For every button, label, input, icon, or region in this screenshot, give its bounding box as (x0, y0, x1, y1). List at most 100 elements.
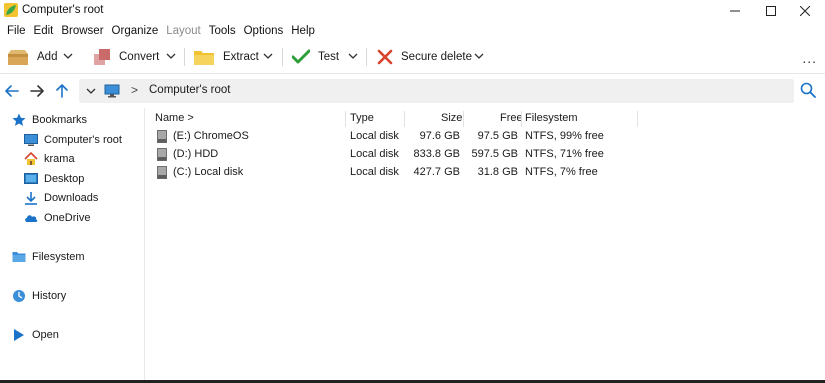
sidebar-label: krama (44, 153, 75, 165)
sidebar-label: Bookmarks (32, 114, 88, 126)
add-label: Add (37, 51, 58, 63)
toolbar-divider (366, 48, 367, 66)
secure-delete-dropdown-icon[interactable] (474, 51, 484, 61)
maximize-icon (766, 6, 776, 16)
column-header-size[interactable]: Size (441, 112, 462, 124)
file-list: Name > Type Size Free Filesystem (E:) Ch… (146, 108, 825, 383)
row-size: 427.7 GB (413, 166, 460, 178)
menu-file[interactable]: File (3, 25, 30, 37)
menu-edit[interactable]: Edit (30, 25, 58, 37)
extract-button[interactable]: Extract (193, 46, 259, 68)
arrow-right-icon (30, 85, 44, 97)
column-header-type[interactable]: Type (350, 112, 374, 124)
sidebar-item-filesystem[interactable]: Filesystem (12, 248, 85, 266)
sidebar-item-krama[interactable]: krama (24, 150, 75, 168)
home-icon (24, 152, 38, 165)
row-name: (D:) HDD (173, 148, 219, 160)
menu-browser[interactable]: Browser (57, 25, 107, 37)
arrow-up-icon (56, 84, 68, 98)
address-bar[interactable]: > Computer's root (79, 79, 794, 103)
navigation-bar: > Computer's root (0, 76, 825, 106)
column-divider[interactable] (521, 111, 522, 127)
row-free: 97.5 GB (477, 130, 518, 142)
table-row[interactable]: (E:) ChromeOS Local disk 97.6 GB 97.5 GB… (146, 128, 825, 146)
sidebar-label: Open (32, 329, 59, 341)
test-dropdown-icon[interactable] (348, 51, 358, 61)
up-button[interactable] (53, 82, 71, 100)
column-divider[interactable] (463, 111, 464, 127)
sidebar-item-computers-root[interactable]: Computer's root (24, 131, 122, 149)
sidebar-item-history[interactable]: History (12, 287, 66, 305)
play-icon (14, 329, 24, 341)
extract-label: Extract (223, 51, 259, 63)
minimize-button[interactable] (715, 0, 755, 22)
column-divider[interactable] (345, 111, 346, 127)
minimize-icon (730, 10, 740, 12)
x-delete-icon (377, 49, 393, 65)
add-dropdown-icon[interactable] (63, 51, 73, 61)
column-header-filesystem[interactable]: Filesystem (525, 112, 578, 124)
search-icon[interactable] (800, 82, 816, 98)
column-divider[interactable] (637, 111, 638, 127)
secure-delete-button[interactable]: Secure delete (377, 46, 472, 68)
column-divider[interactable] (404, 111, 405, 127)
menu-bar: File Edit Browser Organize Layout Tools … (0, 22, 825, 40)
menu-help[interactable]: Help (287, 25, 319, 37)
breadcrumb-location[interactable]: Computer's root (149, 84, 230, 96)
sidebar-item-desktop[interactable]: Desktop (24, 170, 84, 188)
row-type: Local disk (350, 148, 399, 160)
row-type: Local disk (350, 130, 399, 142)
desktop-icon (24, 172, 38, 184)
sidebar-label: Downloads (44, 192, 99, 204)
drive-icon (157, 148, 167, 161)
download-icon (25, 192, 37, 205)
test-button[interactable]: Test (292, 46, 339, 68)
table-row[interactable]: (C:) Local disk Local disk 427.7 GB 31.8… (146, 164, 825, 182)
window-title: Computer's root (22, 4, 104, 16)
convert-button[interactable]: Convert (93, 46, 159, 68)
close-button[interactable] (785, 0, 825, 22)
table-row[interactable]: (D:) HDD Local disk 833.8 GB 597.5 GB NT… (146, 146, 825, 164)
toolbar-divider (282, 48, 283, 66)
row-size: 97.6 GB (419, 130, 460, 142)
row-name: (E:) ChromeOS (173, 130, 249, 142)
chevron-down-icon[interactable] (86, 87, 96, 95)
row-type: Local disk (350, 166, 399, 178)
menu-organize[interactable]: Organize (108, 25, 163, 37)
convert-dropdown-icon[interactable] (166, 51, 176, 61)
folder-extract-icon (194, 51, 214, 65)
more-options-icon[interactable]: ... (802, 50, 817, 66)
app-logo-icon (4, 3, 18, 17)
drive-icon (157, 130, 167, 143)
menu-tools[interactable]: Tools (205, 25, 240, 37)
sidebar: Bookmarks Computer's root krama Desktop … (0, 108, 145, 383)
column-header-free[interactable]: Free (500, 112, 523, 124)
monitor-icon (24, 133, 38, 146)
close-icon (800, 6, 810, 16)
convert-icon (94, 49, 110, 65)
extract-dropdown-icon[interactable] (263, 51, 273, 61)
sidebar-label: Computer's root (44, 134, 122, 146)
archive-add-icon (8, 50, 28, 65)
back-button[interactable] (3, 82, 21, 100)
sidebar-item-onedrive[interactable]: OneDrive (24, 209, 90, 227)
row-name: (C:) Local disk (173, 166, 244, 178)
row-free: 31.8 GB (477, 166, 518, 178)
toolbar-divider (184, 48, 185, 66)
sidebar-item-open[interactable]: Open (12, 326, 59, 344)
sidebar-item-bookmarks[interactable]: Bookmarks (12, 111, 87, 129)
breadcrumb-separator: > (131, 83, 139, 97)
convert-label: Convert (119, 51, 160, 63)
menu-options[interactable]: Options (240, 25, 288, 37)
row-filesystem: NTFS, 99% free (525, 130, 604, 142)
sidebar-label: Filesystem (32, 251, 85, 263)
row-free: 597.5 GB (471, 148, 518, 160)
toolbar: Add Convert Extract Test Secure delete .… (0, 40, 825, 74)
sidebar-item-downloads[interactable]: Downloads (24, 189, 98, 207)
checkmark-icon (292, 49, 310, 64)
add-button[interactable]: Add (7, 46, 57, 68)
menu-layout[interactable]: Layout (162, 25, 205, 37)
row-size: 833.8 GB (413, 148, 460, 160)
column-header-name[interactable]: Name > (155, 112, 194, 124)
forward-button[interactable] (28, 82, 46, 100)
